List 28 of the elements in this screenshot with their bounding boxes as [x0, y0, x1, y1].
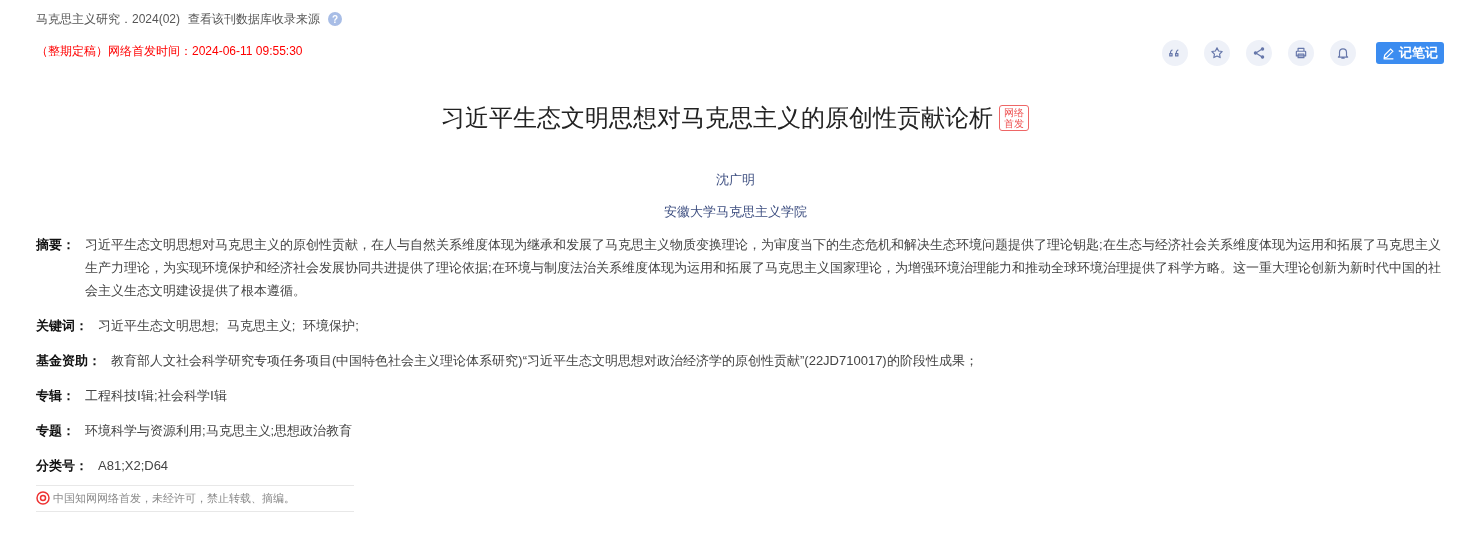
keyword-link[interactable]: 马克思主义;: [226, 314, 296, 337]
article-title: 习近平生态文明思想对马克思主义的原创性贡献论析: [441, 103, 993, 133]
keyword-link[interactable]: 环境保护;: [303, 314, 359, 337]
share-icon[interactable]: [1246, 40, 1272, 66]
online-first-badge: 网络首发: [999, 105, 1029, 131]
field-label: 摘要：: [36, 236, 76, 254]
field-label: 专题：: [36, 422, 76, 440]
pencil-icon: [1382, 46, 1395, 60]
field-label: 基金资助：: [36, 352, 102, 370]
author-link[interactable]: 沈广明: [715, 170, 755, 190]
field-value: 教育部人文社会科学研究专项任务项目(中国特色社会主义理论体系研究)“习近平生态文明思想对政治经济学的原创性贡献”(22JD710017)的阶段性成果；: [111, 352, 978, 370]
journal-issue-link[interactable]: 马克思主义研究．2024(02): [36, 10, 181, 28]
bell-icon[interactable]: [1330, 40, 1356, 66]
print-icon[interactable]: [1288, 40, 1314, 66]
keyword-link[interactable]: 习近平生态文明思想;: [98, 314, 219, 337]
database-source-link[interactable]: 查看该刊数据库收录来源: [188, 10, 321, 28]
quote-icon[interactable]: [1162, 40, 1188, 66]
publish-time: （整期定稿）网络首发时间：2024-06-11 09:55:30: [36, 43, 303, 60]
affiliation-link[interactable]: 安徽大学马克思主义学院: [663, 201, 807, 221]
field-label: 专辑：: [36, 387, 76, 405]
field-value: A81;X2;D64: [98, 457, 169, 475]
target-icon: [36, 491, 50, 506]
field-value: 习近平生态文明思想对马克思主义的原创性贡献，在人与自然关系维度体现为继承和发展了马克思主义物质变换理论，为审度当下的生态危机和解决生态环境问题提供了理论钥匙;在生态与经济社会关系维度体现为运用和拓展了马克思主义生产力理论，为实现环境保护和经济社会发展协同共进提供了理论依据;在环境与制度法治关系维度体现为运用和拓展了马克思主义国家理论，为增强环境治理能力和推动全球环境治理提供了科学方略。这一重大理论创新为新时代中国的社会主义生态文明建设提供了根本遵循。: [85, 236, 1442, 300]
field-value: 工程科技Ⅰ辑;社会科学Ⅰ辑: [85, 387, 227, 405]
field-label: 分类号：: [36, 457, 89, 475]
copyright-notice: 中国知网网络首发，未经许可，禁止转载、摘编。: [53, 491, 295, 506]
field-value: 环境科学与资源利用;马克思主义;思想政治教育: [85, 422, 353, 440]
field-label: 关键词：: [36, 317, 89, 335]
